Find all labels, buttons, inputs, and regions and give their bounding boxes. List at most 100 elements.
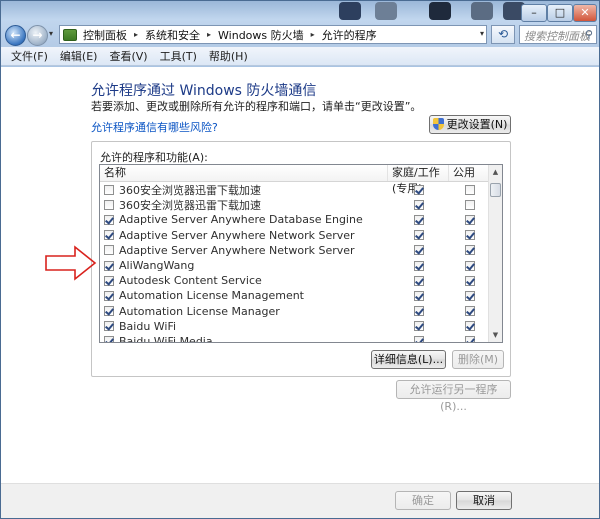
list-item[interactable]: Baidu WiFi — [100, 319, 502, 334]
program-enabled-checkbox[interactable] — [104, 260, 114, 271]
program-enabled-checkbox[interactable] — [104, 336, 114, 342]
public-checkbox[interactable] — [464, 199, 475, 210]
public-checkbox[interactable] — [464, 306, 475, 317]
history-dropdown-icon[interactable]: ▾ — [49, 29, 57, 41]
list-scrollbar[interactable]: ▲ ▼ — [488, 165, 502, 342]
home-work-checkbox[interactable] — [413, 260, 424, 271]
list-item[interactable]: Autodesk Content Service — [100, 273, 502, 288]
home-work-checkbox[interactable] — [413, 199, 424, 210]
programs-list[interactable]: 名称 家庭/工作(专用) 公用 360安全浏览器迅雷下载加速 360安全浏览器迅雷… — [99, 164, 503, 343]
public-cell — [449, 230, 490, 241]
program-enabled-checkbox[interactable] — [104, 321, 114, 332]
breadcrumb-system-security[interactable]: 系统和安全 — [145, 27, 200, 43]
back-button[interactable]: ← — [5, 25, 26, 46]
change-settings-label: 更改设置(N) — [446, 118, 508, 131]
scroll-thumb[interactable] — [490, 183, 501, 197]
chevron-right-icon[interactable]: ▸ — [311, 30, 315, 39]
scroll-down-icon[interactable]: ▼ — [489, 328, 502, 342]
home-work-cell — [388, 199, 449, 210]
public-checkbox[interactable] — [464, 336, 475, 342]
program-name-cell: 360安全浏览器迅雷下载加速 — [100, 197, 388, 213]
scroll-up-icon[interactable]: ▲ — [489, 165, 502, 179]
program-enabled-checkbox[interactable] — [104, 230, 114, 241]
breadcrumb-windows-firewall[interactable]: Windows 防火墙 — [218, 27, 304, 43]
home-work-checkbox[interactable] — [413, 230, 424, 241]
home-work-checkbox[interactable] — [413, 245, 424, 256]
risk-help-link[interactable]: 允许程序通信有哪些风险? — [91, 119, 218, 135]
address-bar[interactable]: 控制面板 ▸ 系统和安全 ▸ Windows 防火墙 ▸ 允许的程序 ▾ — [59, 25, 487, 44]
allow-another-program-button[interactable]: 允许运行另一程序(R)... — [396, 380, 511, 413]
column-home-work[interactable]: 家庭/工作(专用) — [388, 165, 449, 195]
program-enabled-checkbox[interactable] — [104, 214, 114, 225]
program-enabled-checkbox[interactable] — [104, 306, 114, 317]
column-name[interactable]: 名称 — [100, 165, 388, 181]
close-button[interactable]: ✕ — [573, 4, 597, 22]
address-dropdown-icon[interactable]: ▾ — [480, 29, 484, 38]
chevron-right-icon[interactable]: ▸ — [134, 30, 138, 39]
public-checkbox[interactable] — [464, 260, 475, 271]
list-item[interactable]: Baidu WiFi Media — [100, 334, 502, 343]
menu-view[interactable]: 查看(V) — [109, 48, 147, 64]
search-icon[interactable]: ⚲ — [585, 28, 593, 41]
chevron-right-icon[interactable]: ▸ — [207, 30, 211, 39]
menu-help[interactable]: 帮助(H) — [209, 48, 248, 64]
cancel-button[interactable]: 取消 — [456, 491, 512, 510]
public-checkbox[interactable] — [464, 184, 475, 195]
maximize-button[interactable]: □ — [547, 4, 573, 22]
public-checkbox[interactable] — [464, 214, 475, 225]
public-cell — [449, 336, 490, 342]
list-item[interactable]: Adaptive Server Anywhere Database Engine — [100, 212, 502, 227]
list-item[interactable]: 360安全浏览器迅雷下载加速 — [100, 182, 502, 197]
list-item[interactable]: Automation License Management — [100, 288, 502, 303]
program-name-cell: Automation License Manager — [100, 305, 388, 318]
ok-button[interactable]: 确定 — [395, 491, 451, 510]
details-button[interactable]: 详细信息(L)... — [371, 350, 446, 369]
list-rows: 360安全浏览器迅雷下载加速 360安全浏览器迅雷下载加速 Adaptive Ser… — [100, 182, 502, 343]
breadcrumb-control-panel[interactable]: 控制面板 — [83, 27, 127, 43]
home-work-checkbox[interactable] — [413, 214, 424, 225]
public-checkbox[interactable] — [464, 245, 475, 256]
refresh-button[interactable]: ⟲ — [491, 25, 515, 44]
public-checkbox[interactable] — [464, 321, 475, 332]
home-work-checkbox[interactable] — [413, 336, 424, 342]
firewall-window: – □ ✕ ← → ▾ 控制面板 ▸ 系统和安全 ▸ Windows 防火墙 ▸ 允许… — [0, 0, 600, 519]
program-enabled-checkbox[interactable] — [104, 290, 114, 301]
breadcrumb: 控制面板 ▸ 系统和安全 ▸ Windows 防火墙 ▸ 允许的程序 — [83, 27, 377, 43]
minimize-button[interactable]: – — [521, 4, 547, 22]
breadcrumb-allowed-programs[interactable]: 允许的程序 — [322, 27, 377, 43]
home-work-cell — [388, 321, 449, 332]
public-cell — [449, 290, 490, 301]
menu-tools[interactable]: 工具(T) — [160, 48, 197, 64]
remove-button[interactable]: 删除(M) — [452, 350, 504, 369]
home-work-checkbox[interactable] — [413, 321, 424, 332]
list-item[interactable]: Adaptive Server Anywhere Network Server — [100, 228, 502, 243]
program-enabled-checkbox[interactable] — [104, 199, 114, 210]
list-item[interactable]: Automation License Manager — [100, 304, 502, 319]
uac-shield-icon — [432, 118, 444, 130]
program-enabled-checkbox[interactable] — [104, 275, 114, 286]
home-work-cell — [388, 260, 449, 271]
list-item[interactable]: Adaptive Server Anywhere Network Server — [100, 243, 502, 258]
public-checkbox[interactable] — [464, 275, 475, 286]
program-name: AliWangWang — [119, 259, 195, 273]
program-name: Baidu WiFi Media — [119, 334, 213, 343]
list-item[interactable]: AliWangWang — [100, 258, 502, 273]
home-work-checkbox[interactable] — [413, 290, 424, 301]
public-cell — [449, 199, 490, 210]
home-work-checkbox[interactable] — [413, 275, 424, 286]
public-checkbox[interactable] — [464, 230, 475, 241]
list-item[interactable]: 360安全浏览器迅雷下载加速 — [100, 197, 502, 212]
change-settings-button[interactable]: 更改设置(N) — [429, 115, 511, 134]
program-name-cell: Adaptive Server Anywhere Database Engine — [100, 213, 388, 226]
menu-file[interactable]: 文件(F) — [11, 48, 48, 64]
menu-edit[interactable]: 编辑(E) — [60, 48, 98, 64]
home-work-checkbox[interactable] — [413, 184, 424, 195]
public-checkbox[interactable] — [464, 290, 475, 301]
program-enabled-checkbox[interactable] — [104, 184, 114, 195]
program-enabled-checkbox[interactable] — [104, 245, 114, 256]
column-public[interactable]: 公用 — [449, 165, 490, 181]
forward-button[interactable]: → — [27, 25, 48, 46]
program-name: Automation License Manager — [119, 304, 280, 318]
search-input[interactable]: 搜索控制面板 ⚲ — [519, 25, 597, 44]
home-work-checkbox[interactable] — [413, 306, 424, 317]
